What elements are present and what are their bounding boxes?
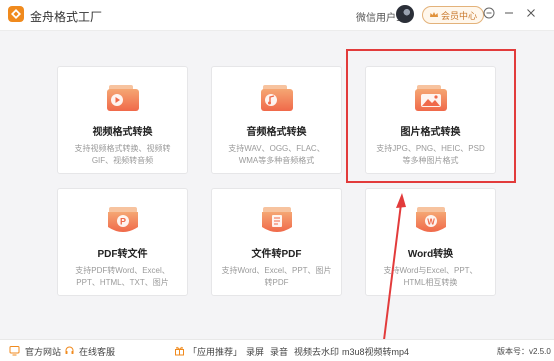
vip-center-button[interactable]: 会员中心 [422, 6, 485, 24]
app-link-record-audio[interactable]: 录音 [270, 345, 288, 358]
svg-text:W: W [427, 218, 435, 227]
menu-icon [483, 7, 495, 19]
card-title: 视频格式转换 [92, 127, 153, 138]
app-link-remove-watermark[interactable]: 视频去水印 [294, 345, 339, 358]
status-bar: 官方网站 在线客服 「应用推荐」 录屏 录音 视频去水印 m3u8视频转mp4 … [0, 339, 554, 361]
monitor-icon [9, 346, 20, 356]
app-link-record-screen[interactable]: 录屏 [246, 345, 264, 358]
music-icon [260, 85, 293, 111]
username[interactable]: 微信用户1 [356, 9, 402, 24]
close-icon [527, 9, 535, 17]
version-label: 版本号：v2.5.0 [497, 347, 551, 356]
gift-icon [175, 346, 184, 356]
minimize-icon [505, 12, 513, 14]
minimize-button[interactable] [502, 6, 516, 20]
title-bar: 金舟格式工厂 微信用户1 会员中心 [0, 0, 554, 31]
app-link-m3u8-to-mp4[interactable]: m3u8视频转mp4 [342, 345, 409, 358]
menu-button[interactable] [482, 6, 496, 20]
app-logo-icon [8, 6, 24, 22]
word-convert-card[interactable]: W Word转换 支持Word与Excel、PPT、HTML相互转换 [365, 188, 496, 296]
app-title: 金舟格式工厂 [30, 10, 103, 24]
card-description: 支持视频格式转换、视频转GIF、视频转音频 [74, 144, 171, 165]
video-icon [106, 85, 139, 111]
ppt-icon: P [107, 207, 138, 232]
card-title: 音频格式转换 [246, 127, 307, 138]
audio-convert-card[interactable]: 音频格式转换 支持WAV、OGG、FLAC、WMA等多种音频格式 [211, 66, 342, 174]
card-title: 文件转PDF [251, 249, 302, 260]
file-to-pdf-card[interactable]: 文件转PDF 支持Word、Excel、PPT、图片转PDF [211, 188, 342, 296]
avatar[interactable] [396, 5, 414, 23]
vip-center-label: 会员中心 [441, 10, 478, 21]
document-icon [261, 207, 292, 232]
headset-icon [65, 346, 74, 354]
pdf-to-file-card[interactable]: P PDF转文件 支持PDF转Word、Excel、PPT、HTML、TXT、图… [57, 188, 188, 296]
svg-text:P: P [119, 217, 125, 227]
card-description: 支持Word与Excel、PPT、HTML相互转换 [383, 266, 478, 287]
official-website-link[interactable]: 官方网站 [25, 345, 61, 358]
highlight-box [346, 49, 516, 183]
word-icon: W [415, 207, 446, 232]
crown-icon [430, 12, 438, 17]
video-convert-card[interactable]: 视频格式转换 支持视频格式转换、视频转GIF、视频转音频 [57, 66, 188, 174]
card-description: 支持WAV、OGG、FLAC、WMA等多种音频格式 [228, 144, 325, 165]
card-description: 支持Word、Excel、PPT、图片转PDF [221, 266, 332, 287]
close-button[interactable] [524, 6, 538, 20]
card-title: Word转换 [407, 249, 454, 260]
card-title: PDF转文件 [97, 249, 148, 260]
online-service-link[interactable]: 在线客服 [79, 345, 115, 358]
card-description: 支持PDF转Word、Excel、PPT、HTML、TXT、图片 [75, 266, 170, 287]
app-recommend-label: 「应用推荐」 [188, 347, 243, 357]
